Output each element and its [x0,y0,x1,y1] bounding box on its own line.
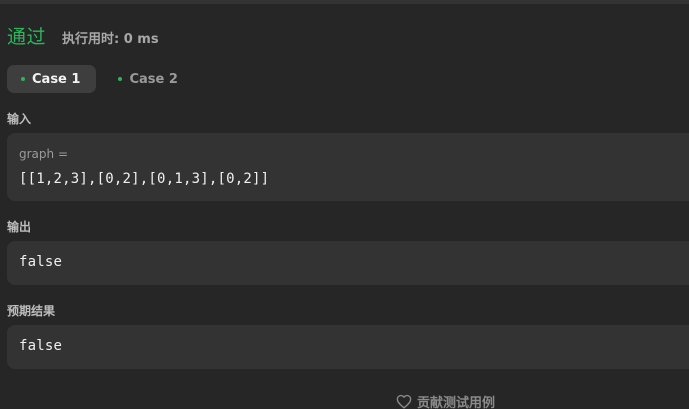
input-box[interactable]: graph = [[1,2,3],[0,2],[0,1,3],[0,2]] [7,133,689,201]
result-header: 通过 执行用时: 0 ms [7,22,159,49]
output-value: false [19,254,63,270]
tab-label: Case 2 [129,71,178,87]
contribute-label: 贡献测试用例 [417,396,496,409]
pass-dot-icon [118,77,123,81]
param-name: graph = [19,147,68,161]
heart-icon [396,394,412,409]
case-tabs: Case 1 Case 2 [7,65,194,93]
expected-box: false [7,325,689,369]
expected-label: 预期结果 [7,304,56,318]
output-label: 输出 [7,220,32,234]
output-box: false [7,241,689,285]
tab-case-2[interactable]: Case 2 [104,65,193,93]
pass-dot-icon [21,77,25,81]
testcase-result-panel: 通过 执行用时: 0 ms Case 1 Case 2 输入 graph = [… [0,0,689,409]
runtime-text: 执行用时: 0 ms [62,32,159,47]
contribute-testcase-button[interactable]: 贡献测试用例 [396,392,495,409]
top-divider [0,0,689,4]
param-value: [[1,2,3],[0,2],[0,1,3],[0,2]] [19,171,270,187]
tab-case-1[interactable]: Case 1 [7,65,97,93]
status-text: 通过 [7,26,47,48]
input-label: 输入 [7,112,32,126]
expected-value: false [19,338,63,354]
tab-label: Case 1 [32,71,81,87]
